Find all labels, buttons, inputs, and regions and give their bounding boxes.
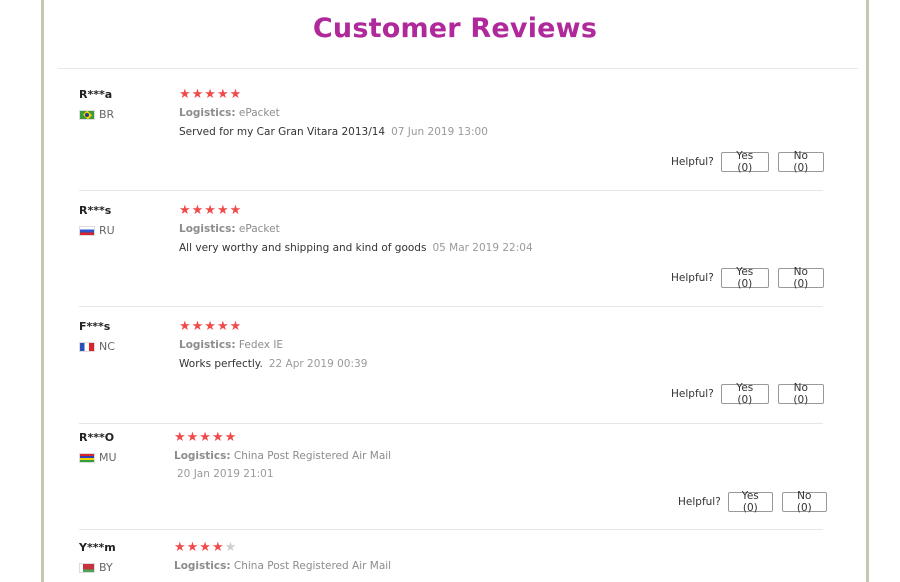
logistics-info: Logistics: China Post Registered Air Mai… — [174, 560, 392, 572]
reviewer-country: NC — [79, 340, 115, 353]
reviewer-name: R***O — [79, 431, 115, 444]
review-text: All very worthy and shipping and kind of… — [179, 242, 533, 254]
review-divider — [79, 190, 823, 191]
helpful-controls: Helpful? Yes (0) No (0) — [671, 266, 824, 290]
reviewer-name: F***s — [79, 320, 111, 333]
logistics-info: Logistics: ePacket — [179, 223, 280, 235]
star-rating: ★★★★★ — [179, 87, 243, 102]
helpful-label: Helpful? — [671, 388, 714, 400]
helpful-no-button[interactable]: No (0) — [777, 266, 824, 290]
star-rating: ★★★★★ — [174, 540, 238, 555]
helpful-no-button[interactable]: No (0) — [777, 382, 824, 406]
flag-br-icon — [79, 109, 95, 120]
logistics-info: Logistics: China Post Registered Air Mai… — [174, 450, 392, 462]
reviewer-country: BR — [79, 108, 114, 121]
flag-nc-icon — [79, 341, 95, 352]
review-divider — [79, 423, 823, 424]
review-date: 05 Mar 2019 22:04 — [432, 242, 533, 254]
reviewer-name: R***s — [79, 204, 112, 217]
flag-mu-icon — [79, 452, 95, 463]
review-date: 20 Jan 2019 21:01 — [177, 468, 274, 480]
star-rating: ★★★★★ — [174, 430, 238, 445]
review-divider — [79, 529, 823, 530]
review-date: 07 Jun 2019 13:00 — [391, 126, 488, 138]
helpful-no-button[interactable]: No (0) — [781, 490, 827, 514]
country-code: BR — [99, 108, 115, 121]
country-code: BY — [99, 561, 113, 574]
reviewer-country: MU — [79, 451, 117, 464]
reviewer-name: R***a — [79, 88, 113, 101]
country-code: RU — [99, 224, 115, 237]
flag-ru-icon — [79, 225, 95, 236]
star-rating: ★★★★★ — [179, 203, 243, 218]
logistics-method: China Post Registered Air Mail — [233, 450, 392, 462]
helpful-no-button[interactable]: No (0) — [777, 150, 824, 174]
helpful-yes-button[interactable]: Yes (0) — [720, 382, 769, 406]
helpful-label: Helpful? — [671, 272, 714, 284]
helpful-yes-button[interactable]: Yes (0) — [720, 266, 769, 290]
reviewer-country: BY — [79, 561, 113, 574]
country-code: NC — [99, 340, 115, 353]
helpful-controls: Helpful? Yes (0) No (0) — [671, 382, 824, 406]
title-divider — [58, 68, 858, 69]
logistics-info: Logistics: ePacket — [179, 107, 280, 119]
reviewer-name: Y***m — [79, 541, 116, 554]
helpful-controls: Helpful? Yes (0) No (0) — [678, 490, 827, 514]
logistics-method: China Post Registered Air Mail — [233, 560, 392, 572]
flag-by-icon — [79, 562, 95, 573]
star-rating: ★★★★★ — [179, 319, 243, 334]
country-code: MU — [99, 451, 117, 464]
logistics-method: Fedex IE — [238, 339, 284, 351]
helpful-controls: Helpful? Yes (0) No (0) — [671, 150, 824, 174]
page-title: Customer Reviews — [312, 13, 598, 44]
review-divider — [79, 306, 823, 307]
logistics-method: ePacket — [238, 223, 280, 235]
review-date: 22 Apr 2019 00:39 — [268, 358, 368, 370]
review-text: Served for my Car Gran Vitara 2013/14 07 … — [179, 126, 488, 138]
helpful-yes-button[interactable]: Yes (0) — [727, 490, 773, 514]
helpful-yes-button[interactable]: Yes (0) — [720, 150, 769, 174]
reviewer-country: RU — [79, 224, 115, 237]
reviews-panel: Customer Reviews R***a BR ★★★★★ Logistic… — [41, 0, 869, 582]
logistics-info: Logistics: Fedex IE — [179, 339, 284, 351]
review-text: Works perfectly. 22 Apr 2019 00:39 — [179, 358, 368, 370]
logistics-method: ePacket — [238, 107, 280, 119]
helpful-label: Helpful? — [678, 496, 721, 508]
helpful-label: Helpful? — [671, 156, 714, 168]
